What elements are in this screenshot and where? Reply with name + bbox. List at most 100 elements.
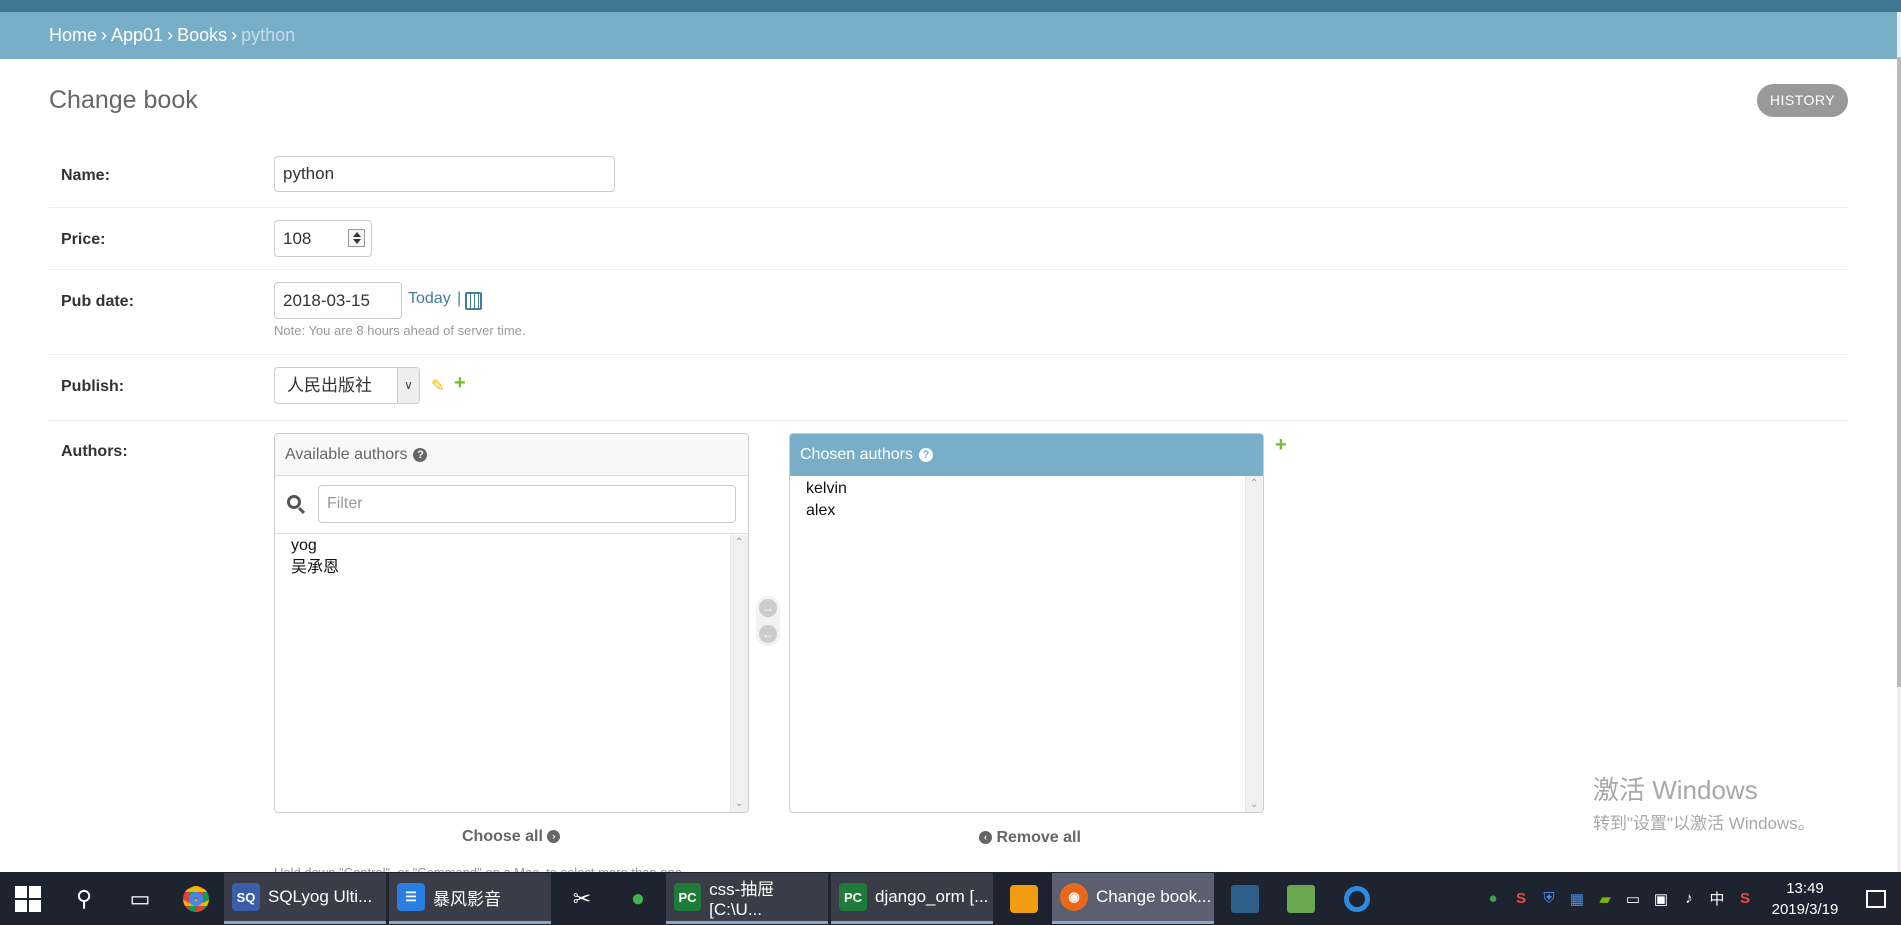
breadcrumb-books[interactable]: Books bbox=[177, 25, 227, 45]
add-arrow-icon[interactable]: → bbox=[759, 599, 777, 617]
pub-date-label: Pub date: bbox=[61, 293, 134, 310]
edit-pencil-icon[interactable]: ✎ bbox=[431, 376, 444, 396]
mysql-workbench-icon[interactable] bbox=[1217, 872, 1273, 925]
battery-icon[interactable]: ▭ bbox=[1620, 886, 1646, 912]
shield-icon[interactable]: ⛨ bbox=[1536, 886, 1562, 912]
nvidia-icon[interactable]: ▰ bbox=[1592, 886, 1618, 912]
taskbar-app-label: SQLyog Ulti... bbox=[268, 887, 373, 906]
price-input[interactable]: 108 bbox=[274, 220, 372, 257]
watermark-line2: 转到"设置"以激活 Windows。 bbox=[1593, 814, 1815, 833]
name-label: Name: bbox=[61, 167, 110, 184]
form-row-publish: Publish: 人民出版社 ∨ ✎ + bbox=[49, 355, 1848, 421]
list-item[interactable]: kelvin bbox=[806, 478, 847, 500]
price-stepper[interactable] bbox=[348, 229, 365, 247]
publish-select[interactable]: 人民出版社 ∨ bbox=[274, 367, 420, 404]
clock-time: 13:49 bbox=[1786, 879, 1824, 897]
form-row-pub-date: Pub date: 2018-03-15 Today | Note: You a… bbox=[49, 270, 1848, 355]
pycharm-icon: PC bbox=[674, 883, 702, 911]
taskbar-app-label: 暴风影音 bbox=[433, 889, 501, 909]
list-item[interactable]: 吴承恩 bbox=[291, 557, 339, 579]
taskbar-app-label: django_orm [... bbox=[875, 887, 989, 906]
help-icon[interactable]: ? bbox=[918, 447, 933, 462]
sogou-app-icon[interactable] bbox=[996, 872, 1052, 925]
firefox-icon: ◉ bbox=[1060, 883, 1088, 911]
add-author-icon[interactable]: + bbox=[1275, 434, 1287, 457]
task-view-icon[interactable]: ▭ bbox=[112, 872, 168, 925]
taskbar-app-baofeng[interactable]: ☰ 暴风影音 bbox=[389, 873, 551, 924]
browser-q-icon[interactable] bbox=[1329, 872, 1385, 925]
publish-label: Publish: bbox=[61, 378, 125, 395]
form-row-price: Price: 108 bbox=[49, 208, 1848, 270]
windows-start-icon[interactable] bbox=[0, 872, 56, 925]
page-scrollbar-thumb[interactable] bbox=[1897, 57, 1901, 687]
remove-all-label: Remove all bbox=[996, 829, 1081, 846]
chosen-authors-list[interactable]: kelvin alex bbox=[806, 478, 847, 522]
taskbar-clock[interactable]: 13:49 2019/3/19 bbox=[1759, 878, 1851, 920]
baofeng-icon: ☰ bbox=[397, 883, 425, 911]
chevron-right-icon: › bbox=[547, 830, 561, 844]
taskbar-app-firefox[interactable]: ◉ Change book... bbox=[1052, 873, 1214, 924]
add-publish-icon[interactable]: + bbox=[454, 372, 466, 395]
help-icon[interactable]: ? bbox=[413, 447, 428, 462]
taskbar-app-pycharm-css[interactable]: PC css-抽屉 [C:\U... bbox=[666, 873, 828, 924]
network-icon[interactable]: ▣ bbox=[1648, 886, 1674, 912]
chosen-authors-box: Chosen authors? kelvin alex ⌃ ⌄ bbox=[789, 433, 1264, 813]
scroll-up-icon[interactable]: ⌃ bbox=[735, 537, 743, 548]
scroll-down-icon[interactable]: ⌄ bbox=[1250, 799, 1258, 810]
activation-watermark: 激活 Windows 转到"设置"以激活 Windows。 bbox=[1593, 770, 1815, 834]
ime-indicator[interactable]: 中 bbox=[1704, 886, 1730, 912]
today-link[interactable]: Today bbox=[408, 290, 451, 308]
search-icon[interactable]: ⚲ bbox=[56, 872, 112, 925]
system-tray: ● S ⛨ ▦ ▰ ▭ ▣ ♪ 中 S 13:49 2019/3/19 bbox=[1479, 872, 1901, 925]
chevron-down-icon[interactable]: ∨ bbox=[397, 368, 419, 403]
breadcrumb-current: python bbox=[241, 25, 296, 45]
taskbar-app-sqlyog[interactable]: SQ SQLyog Ulti... bbox=[224, 873, 386, 924]
scroll-up-icon[interactable]: ⌃ bbox=[1250, 478, 1258, 489]
notification-icon[interactable] bbox=[1851, 889, 1901, 908]
available-authors-title: Available authors bbox=[285, 446, 408, 463]
breadcrumb-separator: › bbox=[167, 25, 174, 45]
page-scrollbar[interactable] bbox=[1897, 12, 1901, 872]
history-button[interactable]: HISTORY bbox=[1757, 84, 1848, 117]
taskbar-app-pycharm-django[interactable]: PC django_orm [... bbox=[831, 873, 993, 924]
price-value: 108 bbox=[283, 229, 312, 248]
available-authors-list[interactable]: yog 吴承恩 bbox=[291, 535, 339, 579]
tray-sogou-icon[interactable]: S bbox=[1508, 886, 1534, 912]
breadcrumb-separator: › bbox=[101, 25, 108, 45]
top-header-bar bbox=[0, 0, 1901, 12]
choose-all-button[interactable]: Choose all › bbox=[462, 828, 561, 846]
page-title: Change book bbox=[49, 86, 198, 114]
chevron-left-icon: ‹ bbox=[979, 831, 992, 845]
tray-game-icon[interactable]: ● bbox=[1480, 886, 1506, 912]
wechat-icon[interactable]: ● bbox=[610, 872, 666, 925]
taskbar-app-label: Change book... bbox=[1096, 887, 1212, 906]
tray-sogou-input-icon[interactable]: S bbox=[1732, 886, 1758, 912]
timezone-note: Note: You are 8 hours ahead of server ti… bbox=[274, 323, 526, 338]
filter-input[interactable]: Filter bbox=[318, 485, 736, 523]
chrome-icon[interactable] bbox=[168, 872, 224, 925]
breadcrumb-app01[interactable]: App01 bbox=[111, 25, 163, 45]
list-item[interactable]: yog bbox=[291, 535, 339, 557]
pub-date-input[interactable]: 2018-03-15 bbox=[274, 282, 402, 319]
remove-arrow-icon[interactable]: ← bbox=[759, 625, 777, 643]
publish-selected: 人民出版社 bbox=[287, 376, 372, 395]
breadcrumb-separator: › bbox=[231, 25, 238, 45]
breadcrumb-home[interactable]: Home bbox=[49, 25, 97, 45]
image-viewer-icon[interactable] bbox=[1273, 872, 1329, 925]
sqlyog-icon: SQ bbox=[232, 883, 260, 911]
available-authors-header: Available authors? bbox=[275, 434, 748, 476]
scroll-down-icon[interactable]: ⌄ bbox=[735, 798, 743, 809]
remove-all-button[interactable]: ‹ Remove all bbox=[979, 829, 1081, 847]
available-authors-box: Available authors? Filter yog 吴承恩 ⌃ ⌄ bbox=[274, 433, 749, 813]
volume-icon[interactable]: ♪ bbox=[1676, 886, 1702, 912]
calendar-icon[interactable] bbox=[465, 292, 482, 310]
price-label: Price: bbox=[61, 231, 106, 248]
filter-row: Filter bbox=[275, 476, 748, 534]
name-input[interactable]: python bbox=[274, 156, 615, 192]
tray-grid-icon[interactable]: ▦ bbox=[1564, 886, 1590, 912]
authors-label: Authors: bbox=[61, 443, 128, 460]
chosen-list-scrollbar[interactable]: ⌃ ⌄ bbox=[1245, 476, 1263, 812]
list-item[interactable]: alex bbox=[806, 500, 847, 522]
fish-app-icon[interactable]: ✂ bbox=[554, 872, 610, 925]
available-list-scrollbar[interactable]: ⌃ ⌄ bbox=[730, 535, 748, 812]
